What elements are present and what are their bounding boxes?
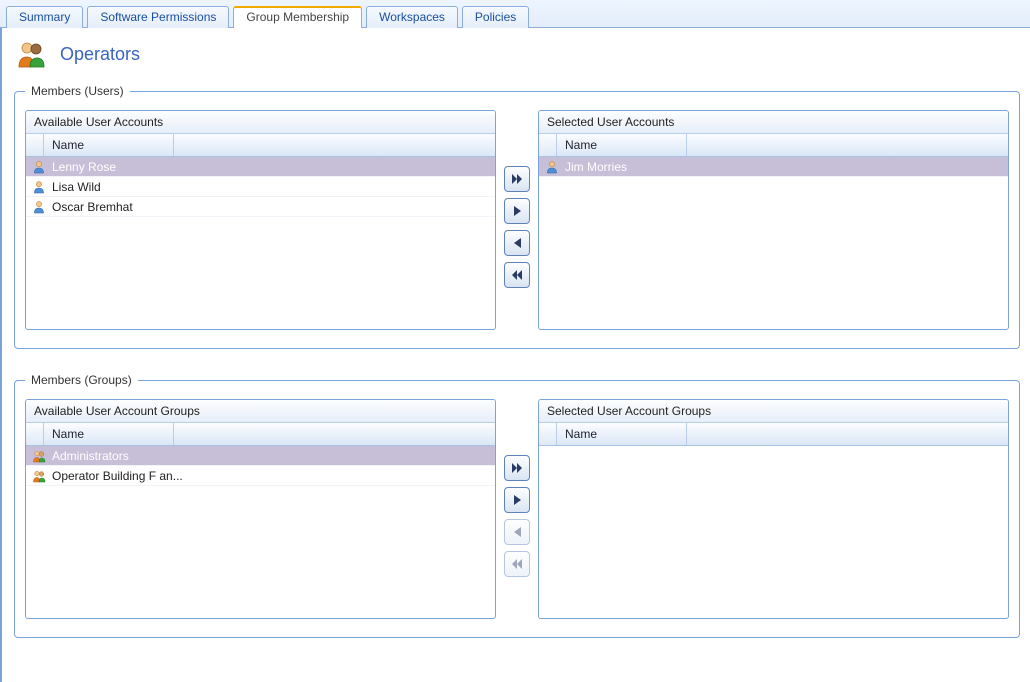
remove-all-button[interactable] bbox=[504, 262, 530, 288]
column-header-name[interactable]: Name bbox=[44, 423, 174, 445]
tab-bar: SummarySoftware PermissionsGroup Members… bbox=[0, 0, 1030, 28]
column-header-row: Name bbox=[539, 423, 1008, 446]
users-transfer-buttons bbox=[502, 110, 532, 330]
add-all-button[interactable] bbox=[504, 455, 530, 481]
add-button[interactable] bbox=[504, 487, 530, 513]
section-legend: Members (Groups) bbox=[25, 373, 138, 387]
list-item-label: Lisa Wild bbox=[52, 180, 489, 194]
list-item-label: Operator Building F an... bbox=[52, 469, 489, 483]
list-item[interactable]: Administrators bbox=[26, 446, 495, 466]
list-item[interactable]: Lisa Wild bbox=[26, 177, 495, 197]
group-icon bbox=[16, 40, 46, 68]
list-item-label: Lenny Rose bbox=[52, 160, 489, 174]
column-header-row: Name bbox=[539, 134, 1008, 157]
add-all-button[interactable] bbox=[504, 166, 530, 192]
column-header-name[interactable]: Name bbox=[44, 134, 174, 156]
list-item[interactable]: Operator Building F an... bbox=[26, 466, 495, 486]
user-icon bbox=[32, 200, 46, 214]
available-groups-panel: Available User Account Groups Name Admin… bbox=[25, 399, 496, 619]
available-groups-list[interactable]: Administrators Operator Building F an... bbox=[26, 446, 495, 618]
panel-title: Available User Accounts bbox=[26, 111, 495, 134]
groups-transfer-buttons bbox=[502, 399, 532, 619]
panel-title: Selected User Accounts bbox=[539, 111, 1008, 134]
remove-button[interactable] bbox=[504, 519, 530, 545]
selected-groups-list[interactable] bbox=[539, 446, 1008, 618]
column-header-name[interactable]: Name bbox=[557, 134, 687, 156]
column-header-name[interactable]: Name bbox=[557, 423, 687, 445]
user-icon bbox=[32, 180, 46, 194]
page-header: Operators bbox=[12, 34, 1022, 74]
available-users-list[interactable]: Lenny Rose Lisa Wild Oscar Bremhat bbox=[26, 157, 495, 329]
tab-policies[interactable]: Policies bbox=[462, 6, 529, 28]
members-groups-section: Members (Groups) Available User Account … bbox=[14, 373, 1020, 638]
selected-users-list[interactable]: Jim Morries bbox=[539, 157, 1008, 329]
remove-button[interactable] bbox=[504, 230, 530, 256]
list-item-label: Administrators bbox=[52, 449, 489, 463]
group-icon bbox=[32, 449, 46, 463]
list-item-label: Jim Morries bbox=[565, 160, 1002, 174]
remove-all-button[interactable] bbox=[504, 551, 530, 577]
tab-workspaces[interactable]: Workspaces bbox=[366, 6, 458, 28]
tab-group-membership[interactable]: Group Membership bbox=[233, 6, 362, 28]
section-legend: Members (Users) bbox=[25, 84, 130, 98]
group-icon bbox=[32, 469, 46, 483]
column-header-row: Name bbox=[26, 134, 495, 157]
page-title: Operators bbox=[60, 44, 140, 65]
user-icon bbox=[32, 160, 46, 174]
selected-groups-panel: Selected User Account Groups Name bbox=[538, 399, 1009, 619]
list-item[interactable]: Jim Morries bbox=[539, 157, 1008, 177]
add-button[interactable] bbox=[504, 198, 530, 224]
user-icon bbox=[545, 160, 559, 174]
page-content: Operators Members (Users) Available User… bbox=[0, 28, 1030, 682]
members-users-section: Members (Users) Available User Accounts … bbox=[14, 84, 1020, 349]
panel-title: Selected User Account Groups bbox=[539, 400, 1008, 423]
available-users-panel: Available User Accounts Name Lenny RoseL… bbox=[25, 110, 496, 330]
tab-software-permissions[interactable]: Software Permissions bbox=[87, 6, 229, 28]
list-item[interactable]: Oscar Bremhat bbox=[26, 197, 495, 217]
column-header-row: Name bbox=[26, 423, 495, 446]
tab-summary[interactable]: Summary bbox=[6, 6, 83, 28]
list-item-label: Oscar Bremhat bbox=[52, 200, 489, 214]
selected-users-panel: Selected User Accounts Name Jim Morries bbox=[538, 110, 1009, 330]
list-item[interactable]: Lenny Rose bbox=[26, 157, 495, 177]
panel-title: Available User Account Groups bbox=[26, 400, 495, 423]
